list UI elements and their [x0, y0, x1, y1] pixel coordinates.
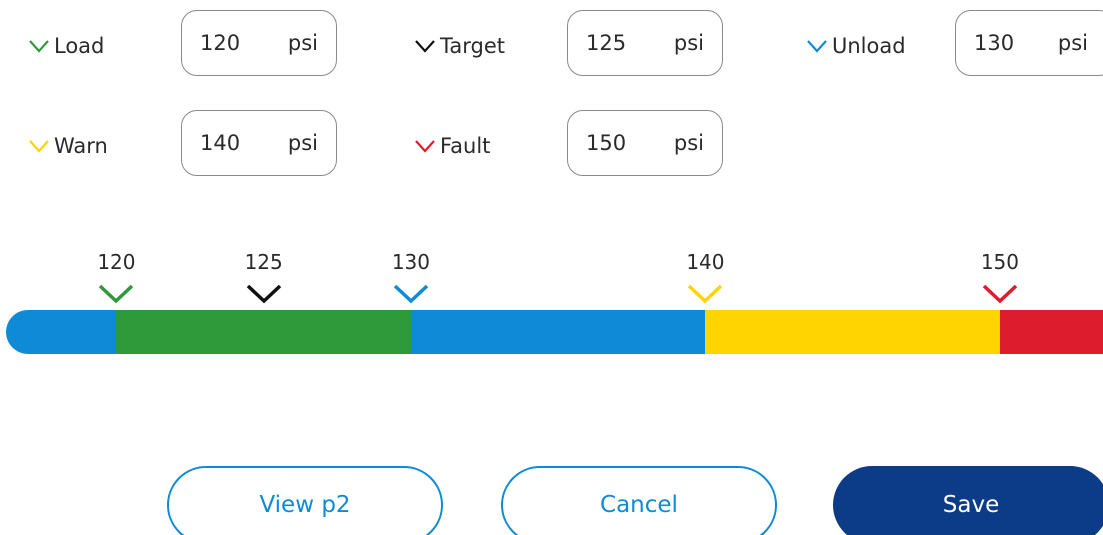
- warn-field[interactable]: 140 psi: [181, 110, 337, 176]
- fault-marker-chevron-icon: [982, 284, 1018, 304]
- save-button[interactable]: Save: [833, 466, 1103, 535]
- fault-label: Fault: [414, 126, 490, 166]
- scale-tick-label: 130: [391, 250, 431, 274]
- unload-marker-chevron-icon: [393, 284, 429, 304]
- unload-label-text: Unload: [832, 34, 906, 58]
- target-marker-chevron-icon: [246, 284, 281, 304]
- chevron-down-icon: [415, 40, 435, 53]
- warn-label: Warn: [28, 126, 108, 166]
- target-field[interactable]: 125 psi: [567, 10, 723, 76]
- load-to-unload-segment: [116, 310, 411, 354]
- chevron-down-icon: [29, 40, 49, 53]
- load-label-text: Load: [54, 34, 105, 58]
- pressure-range-bar: [6, 310, 1103, 354]
- view-p2-button[interactable]: View p2: [167, 466, 443, 535]
- load-marker-chevron-icon: [99, 284, 134, 304]
- scale-tick-label: 125: [244, 250, 283, 274]
- unload-label: Unload: [806, 26, 906, 66]
- save-button-label: Save: [942, 492, 1000, 518]
- fault-label-text: Fault: [440, 134, 491, 158]
- target-unit: psi: [673, 31, 704, 55]
- pressure-settings-panel: Load 120 psi Target 125 psi Unload 130 p…: [0, 0, 1103, 535]
- fault-segment: [999, 310, 1103, 354]
- unload-value[interactable]: 130: [974, 31, 1014, 55]
- target-label-text: Target: [440, 34, 505, 58]
- load-label: Load: [28, 26, 104, 66]
- chevron-down-icon: [807, 40, 827, 53]
- warn-label-text: Warn: [54, 134, 108, 158]
- chevron-down-icon: [415, 140, 435, 153]
- cancel-button[interactable]: Cancel: [501, 466, 777, 535]
- target-label: Target: [414, 26, 505, 66]
- view-p2-button-label: View p2: [259, 492, 351, 518]
- target-value[interactable]: 125: [586, 31, 626, 55]
- load-field[interactable]: 120 psi: [181, 10, 337, 76]
- below-load-segment: [6, 310, 117, 354]
- scale-tick-label: 140: [686, 250, 725, 274]
- load-unit: psi: [287, 31, 318, 55]
- warn-to-fault-segment: [705, 310, 1000, 354]
- chevron-down-icon: [29, 140, 49, 153]
- fault-unit: psi: [673, 131, 704, 155]
- warn-value[interactable]: 140: [200, 131, 240, 155]
- unload-unit: psi: [1057, 31, 1088, 55]
- scale-tick-label: 150: [980, 250, 1020, 274]
- fault-value[interactable]: 150: [586, 131, 626, 155]
- unload-to-warn-segment: [410, 310, 706, 354]
- warn-marker-chevron-icon: [688, 284, 723, 304]
- load-value[interactable]: 120: [200, 31, 240, 55]
- fault-field[interactable]: 150 psi: [567, 110, 723, 176]
- scale-tick-label: 120: [97, 250, 136, 274]
- cancel-button-label: Cancel: [600, 492, 678, 518]
- warn-unit: psi: [287, 131, 318, 155]
- unload-field[interactable]: 130 psi: [955, 10, 1103, 76]
